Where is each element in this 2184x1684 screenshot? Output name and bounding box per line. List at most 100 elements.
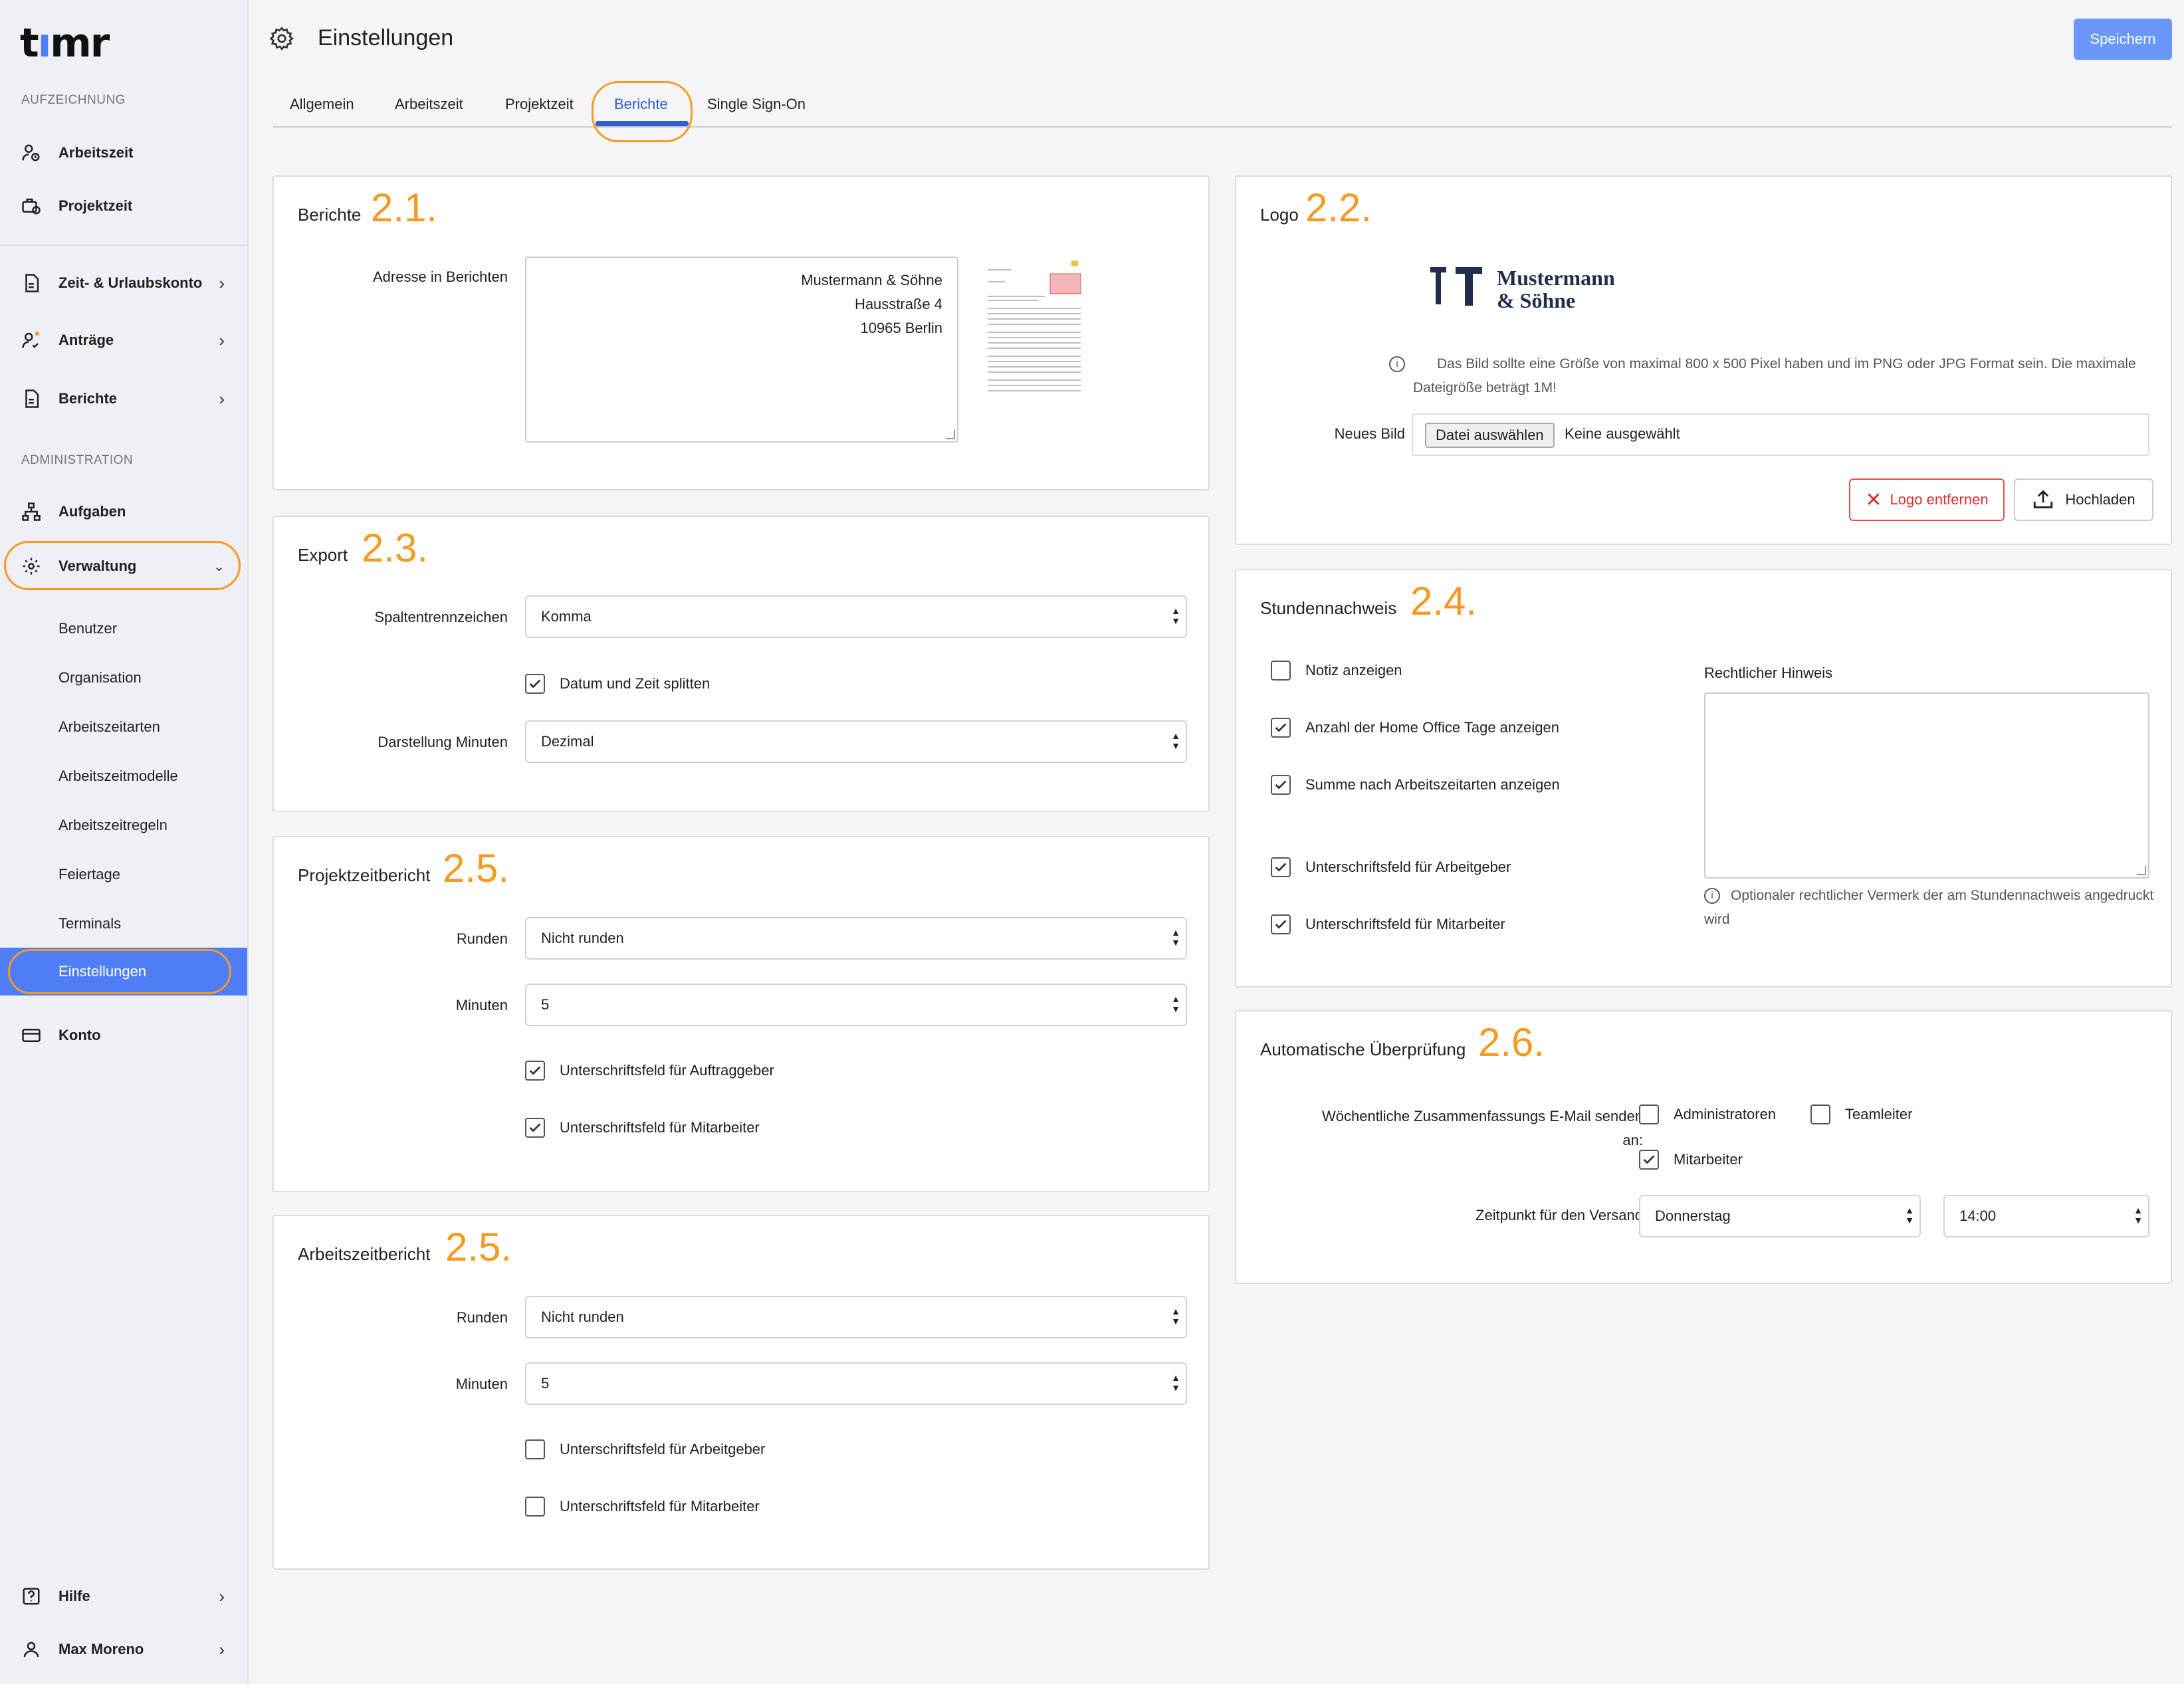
- select-arrows-icon: ▲ ▼: [1171, 1372, 1180, 1393]
- card-title: Projektzeitbericht: [298, 865, 431, 885]
- show-note-checkbox[interactable]: Notiz anzeigen: [1271, 661, 1402, 681]
- credit-card-icon: [22, 1029, 41, 1042]
- checkbox-unchecked[interactable]: [1810, 1105, 1830, 1124]
- checkbox-unchecked[interactable]: [525, 1497, 545, 1517]
- user-icon: [23, 1641, 39, 1657]
- send-time-label: Zeitpunkt für den Versand: [1475, 1207, 1643, 1223]
- sidebar-item-verwaltung[interactable]: Verwaltung ⌄: [0, 546, 247, 586]
- sidebar-item-konto[interactable]: Konto: [0, 1015, 247, 1055]
- weekday-select[interactable]: Donnerstag ▲ ▼: [1639, 1195, 1921, 1237]
- select-arrows-icon: ▲ ▼: [1171, 1306, 1180, 1326]
- checkbox-checked[interactable]: [525, 674, 545, 694]
- sidebar-item-hilfe[interactable]: Hilfe ›: [0, 1576, 247, 1616]
- gear-icon: [270, 27, 294, 51]
- minutes-select[interactable]: 5 ▲ ▼: [525, 1362, 1187, 1405]
- sidebar-sub-arbeitszeitregeln[interactable]: Arbeitszeitregeln: [0, 807, 247, 844]
- projektzeitbericht-card: Projektzeitbericht 2.5. Runden Nicht run…: [273, 836, 1210, 1192]
- weekly-summary-label: Wöchentliche Zusammenfassungs E-Mail sen…: [1263, 1105, 1643, 1152]
- rounding-select[interactable]: Nicht runden ▲ ▼: [525, 917, 1187, 960]
- label-line: Wöchentliche Zusammenfassungs E-Mail sen…: [1321, 1108, 1643, 1124]
- sidebar-sub-einstellungen[interactable]: Einstellungen: [0, 948, 247, 996]
- sidebar-item-aufgaben[interactable]: Aufgaben: [0, 492, 247, 532]
- checkbox-checked[interactable]: [1271, 775, 1291, 795]
- employee-signature-checkbox[interactable]: Unterschriftsfeld für Mitarbeiter: [525, 1118, 760, 1138]
- client-signature-checkbox[interactable]: Unterschriftsfeld für Auftraggeber: [525, 1061, 774, 1081]
- sidebar-item-user[interactable]: Max Moreno ›: [0, 1630, 247, 1669]
- employer-signature-checkbox[interactable]: Unterschriftsfeld für Arbeitgeber: [525, 1439, 765, 1459]
- home-office-checkbox[interactable]: Anzahl der Home Office Tage anzeigen: [1271, 718, 1559, 738]
- upload-button[interactable]: Hochladen: [2014, 478, 2153, 521]
- separator-select[interactable]: Komma ▲ ▼: [525, 595, 1187, 638]
- timr-logo[interactable]: tımr: [20, 20, 110, 66]
- address-textarea[interactable]: Mustermann & Söhne Hausstraße 4 10965 Be…: [525, 257, 958, 443]
- tab-allgemein[interactable]: Allgemein: [290, 96, 354, 113]
- remove-logo-button[interactable]: ✕ Logo entfernen: [1849, 478, 2005, 521]
- rounding-select[interactable]: Nicht runden ▲ ▼: [525, 1296, 1187, 1338]
- legal-notice-textarea[interactable]: [1704, 692, 2149, 879]
- teamleader-checkbox[interactable]: Teamleiter: [1810, 1105, 1912, 1124]
- info-icon: i: [1704, 888, 1720, 904]
- employee-signature-checkbox[interactable]: Unterschriftsfeld für Mitarbeiter: [525, 1497, 760, 1517]
- tab-bar: Allgemein Arbeitszeit Projektzeit Berich…: [273, 80, 2172, 128]
- checkbox-unchecked[interactable]: [1271, 661, 1291, 681]
- card-title: Export: [298, 545, 348, 565]
- address-line: Hausstraße 4: [854, 296, 942, 312]
- split-date-time-checkbox[interactable]: Datum und Zeit splitten: [525, 674, 710, 694]
- resize-handle[interactable]: [2137, 866, 2146, 875]
- employer-signature-checkbox[interactable]: Unterschriftsfeld für Arbeitgeber: [1271, 857, 1511, 877]
- report-preview-thumbnail: [985, 259, 1083, 399]
- sum-by-type-checkbox[interactable]: Summe nach Arbeitszeitarten anzeigen: [1271, 775, 1560, 795]
- chevron-right-icon: ›: [219, 1639, 225, 1659]
- sidebar-sub-benutzer[interactable]: Benutzer: [0, 610, 247, 647]
- minutes-display-select[interactable]: Dezimal ▲ ▼: [525, 720, 1187, 763]
- automatic-review-card: Automatische Überprüfung 2.6. Wöchentlic…: [1235, 1010, 2172, 1284]
- checkbox-checked[interactable]: [1271, 718, 1291, 738]
- sidebar-sub-organisation[interactable]: Organisation: [0, 659, 247, 696]
- minutes-label: Minuten: [455, 997, 508, 1013]
- info-icon: i: [1389, 356, 1405, 372]
- close-icon: ✕: [1865, 488, 1882, 511]
- time-select[interactable]: 14:00 ▲ ▼: [1943, 1195, 2149, 1237]
- sidebar-item-antraege[interactable]: Anträge ›: [0, 320, 247, 360]
- checkbox-unchecked[interactable]: [525, 1439, 545, 1459]
- select-arrows-icon: ▲ ▼: [1171, 994, 1180, 1014]
- sidebar-item-arbeitszeit[interactable]: Arbeitszeit: [0, 133, 247, 173]
- checkbox-checked[interactable]: [1271, 857, 1291, 877]
- logo-card: Logo 2.2. Mustermann & Söhne i Das Bild s…: [1235, 175, 2172, 545]
- checkbox-unchecked[interactable]: [1639, 1105, 1659, 1124]
- sidebar-item-berichte[interactable]: Berichte ›: [0, 379, 247, 419]
- export-card: Export 2.3. Spaltentrennzeichen Komma ▲ ▼ …: [273, 516, 1210, 812]
- checkbox-checked[interactable]: [1271, 914, 1291, 934]
- sidebar-sub-terminals[interactable]: Terminals: [0, 905, 247, 942]
- card-title: Automatische Überprüfung: [1260, 1039, 1466, 1059]
- select-arrows-icon: ▲ ▼: [1171, 927, 1180, 948]
- report-icon: [25, 389, 39, 408]
- checkbox-checked[interactable]: [525, 1118, 545, 1138]
- section-number: 2.4.: [1410, 579, 1477, 623]
- checkbox-checked[interactable]: [525, 1061, 545, 1081]
- select-arrows-icon: ▲ ▼: [1905, 1205, 1914, 1225]
- file-input[interactable]: Datei auswählen Keine ausgewählt: [1412, 413, 2149, 456]
- sidebar-item-projektzeit[interactable]: Projektzeit: [0, 186, 247, 226]
- tab-single-sign-on[interactable]: Single Sign-On: [707, 96, 806, 113]
- minutes-select[interactable]: 5 ▲ ▼: [525, 984, 1187, 1026]
- logo-info-text: i Das Bild sollte eine Größe von maximal …: [1389, 352, 2137, 400]
- admins-checkbox[interactable]: Administratoren: [1639, 1105, 1776, 1124]
- resize-handle[interactable]: [946, 430, 955, 439]
- tab-berichte[interactable]: Berichte: [614, 96, 668, 113]
- sidebar-sub-arbeitszeitarten[interactable]: Arbeitszeitarten: [0, 708, 247, 746]
- sidebar-sub-feiertage[interactable]: Feiertage: [0, 856, 247, 893]
- sidebar-item-zeitkonto[interactable]: Zeit- & Urlaubskonto ›: [0, 263, 247, 303]
- checkbox-checked[interactable]: [1639, 1150, 1659, 1170]
- save-button[interactable]: Speichern: [2074, 19, 2172, 60]
- sidebar-sub-arbeitszeitmodelle[interactable]: Arbeitszeitmodelle: [0, 758, 247, 795]
- tab-arbeitszeit[interactable]: Arbeitszeit: [395, 96, 463, 113]
- section-number: 2.6.: [1478, 1020, 1545, 1065]
- legal-notice-label: Rechtlicher Hinweis: [1704, 665, 1833, 681]
- employees-checkbox[interactable]: Mitarbeiter: [1639, 1150, 1743, 1170]
- choose-file-button[interactable]: Datei auswählen: [1425, 423, 1555, 448]
- label-line: an:: [1622, 1132, 1643, 1148]
- tab-projektzeit[interactable]: Projektzeit: [505, 96, 574, 113]
- logo-brand-text: Mustermann: [1497, 266, 1615, 290]
- employee-signature-checkbox[interactable]: Unterschriftsfeld für Mitarbeiter: [1271, 914, 1505, 934]
